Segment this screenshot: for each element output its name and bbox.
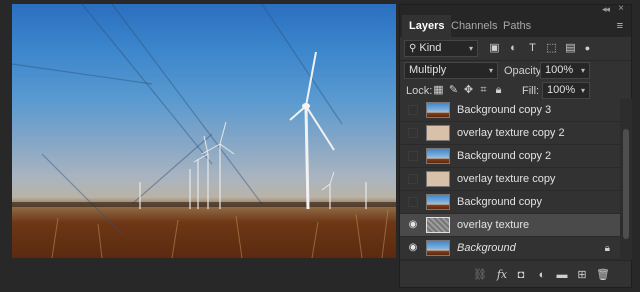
chevron-down-icon: ▾ — [488, 66, 493, 75]
layer-name[interactable]: Background copy 3 — [457, 99, 551, 122]
collapse-panel-icon[interactable]: ◂◂ — [602, 4, 610, 15]
search-icon: ⚲ — [409, 43, 417, 54]
visibility-toggle[interactable] — [408, 174, 418, 184]
layer-name[interactable]: overlay texture copy 2 — [457, 122, 565, 145]
wind-farm-photo — [12, 4, 396, 258]
layer-name[interactable]: overlay texture — [457, 214, 529, 237]
visibility-toggle[interactable] — [408, 105, 418, 115]
chevron-down-icon[interactable]: ▾ — [581, 83, 585, 98]
layer-row[interactable]: ◉ overlay texture — [400, 214, 620, 237]
layer-row[interactable]: Background copy — [400, 191, 620, 214]
blend-mode-select[interactable]: Multiply ▾ — [404, 62, 498, 79]
layer-thumbnail — [426, 194, 450, 210]
chevron-down-icon[interactable]: ▾ — [581, 63, 585, 78]
layer-name[interactable]: Background — [457, 237, 516, 260]
lock-transparent-pixels-icon[interactable]: ▦ — [432, 84, 445, 97]
lock-image-pixels-icon[interactable]: ✎ — [447, 84, 460, 97]
layer-row[interactable]: Background copy 3 — [400, 99, 620, 122]
eye-icon[interactable]: ◉ — [407, 219, 419, 231]
blend-row: Multiply ▾ Opacity: 100% ▾ — [404, 61, 627, 81]
filter-kind-select[interactable]: ⚲ Kind ▾ — [404, 40, 478, 57]
opacity-label: Opacity: — [504, 65, 545, 77]
shape-filter-icon[interactable]: ⬚ — [545, 42, 558, 55]
panel-menu-icon[interactable]: ≡ — [617, 20, 623, 32]
layer-name[interactable]: overlay texture copy — [457, 168, 555, 191]
fill-input[interactable]: 100% ▾ — [542, 82, 590, 99]
fill-value: 100% — [547, 84, 576, 96]
lock-row: Lock: ▦ ✎ ✥ ⌗ 🔒︎ Fill: 100% ▾ — [404, 81, 627, 101]
adjustment-filter-icon[interactable]: ◐ — [507, 42, 520, 55]
visibility-toggle[interactable] — [408, 128, 418, 138]
lock-icon: 🔒︎ — [604, 243, 610, 254]
layer-thumbnail — [426, 240, 450, 256]
add-mask-icon[interactable]: ◘ — [514, 268, 528, 282]
new-layer-icon[interactable]: ⊞ — [575, 268, 589, 282]
lock-all-icon[interactable]: 🔒︎ — [492, 84, 505, 97]
lock-artboard-icon[interactable]: ⌗ — [477, 84, 490, 97]
trash-icon[interactable]: 🗑︎ — [596, 268, 610, 282]
layer-thumbnail — [426, 102, 450, 118]
layer-row[interactable]: overlay texture copy — [400, 168, 620, 191]
layers-list: Background copy 3 overlay texture copy 2… — [400, 99, 620, 260]
lock-position-icon[interactable]: ✥ — [462, 84, 475, 97]
visibility-toggle[interactable] — [408, 197, 418, 207]
fill-label: Fill: — [522, 85, 540, 97]
blend-mode-value: Multiply — [409, 64, 447, 76]
new-group-icon[interactable]: ▬ — [555, 268, 569, 282]
layer-row[interactable]: overlay texture copy 2 — [400, 122, 620, 145]
filter-kind-label: Kind — [419, 42, 442, 54]
adjustment-layer-icon[interactable]: ◐ — [535, 268, 549, 282]
smart-object-filter-icon[interactable]: ▤ — [564, 42, 577, 55]
scrollbar-thumb[interactable] — [623, 129, 629, 239]
eye-icon[interactable]: ◉ — [407, 242, 419, 254]
layer-thumbnail — [426, 125, 450, 141]
layer-name[interactable]: Background copy — [457, 191, 542, 214]
close-icon[interactable]: × — [618, 3, 624, 14]
chevron-down-icon: ▾ — [468, 44, 473, 53]
layer-row[interactable]: Background copy 2 — [400, 145, 620, 168]
link-layers-icon[interactable]: ⛓ — [473, 268, 487, 282]
panel-tab-bar: Layers Channels Paths ≡ — [400, 15, 631, 37]
tab-paths[interactable]: Paths — [496, 15, 538, 37]
layer-row[interactable]: ◉ Background 🔒︎ — [400, 237, 620, 260]
fx-icon[interactable]: fx — [495, 268, 509, 282]
layer-thumbnail — [426, 171, 450, 187]
layer-thumbnail — [426, 148, 450, 164]
opacity-input[interactable]: 100% ▾ — [540, 62, 590, 79]
lock-label: Lock: — [406, 85, 433, 97]
panel-header-strip — [400, 5, 631, 15]
type-filter-icon[interactable]: T — [526, 42, 539, 55]
visibility-toggle[interactable] — [408, 151, 418, 161]
layers-scrollbar[interactable] — [620, 99, 632, 260]
layer-name[interactable]: Background copy 2 — [457, 145, 551, 168]
filter-toggle-icon[interactable]: ● — [581, 42, 594, 55]
layers-panel: ◂◂ × Layers Channels Paths ≡ ⚲ Kind ▾ ▣ … — [399, 3, 632, 289]
image-filter-icon[interactable]: ▣ — [488, 42, 501, 55]
opacity-value: 100% — [545, 64, 574, 76]
layer-thumbnail — [426, 217, 450, 233]
filter-row: ⚲ Kind ▾ ▣ ◐ T ⬚ ▤ ● — [404, 39, 627, 59]
document-canvas[interactable] — [12, 4, 396, 258]
layers-bottom-toolbar: ⛓ fx ◘ ◐ ▬ ⊞ 🗑︎ — [400, 260, 631, 289]
